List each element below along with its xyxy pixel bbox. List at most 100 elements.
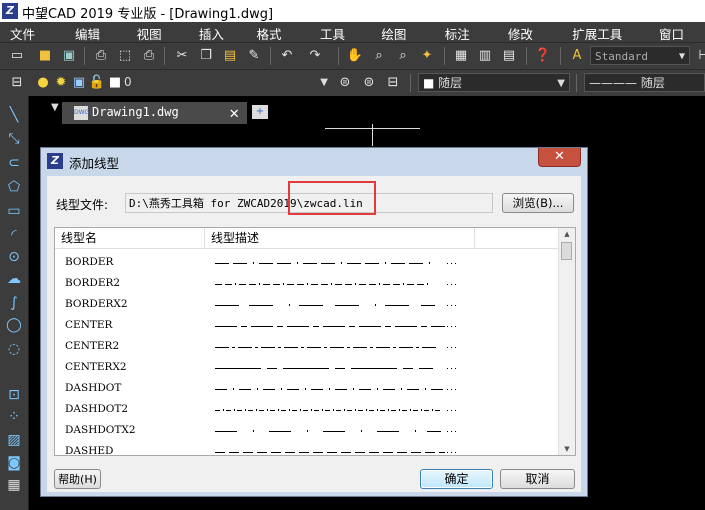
undo-icon[interactable]: ↶	[278, 47, 296, 65]
menu-view[interactable]: 视图(V)	[137, 22, 179, 58]
text-style-dropdown[interactable]: Standard ▼	[590, 46, 690, 65]
pattern-segment	[321, 284, 328, 285]
layer-manager-icon[interactable]: ⊟	[8, 74, 26, 92]
tab-menu-chevron-icon[interactable]: ▼	[51, 102, 59, 113]
list-item[interactable]: CENTER	[55, 315, 559, 336]
rectangle-icon[interactable]: ▭	[5, 202, 23, 220]
list-item[interactable]: DASHDOT2	[55, 399, 559, 420]
list-item[interactable]: DASHDOT	[55, 378, 559, 399]
list-item[interactable]: DASHDOTX2	[55, 420, 559, 441]
dialog-title-bar[interactable]: Z 添加线型 ✕	[41, 148, 587, 174]
new-tab-icon[interactable]: +	[252, 105, 268, 119]
help-button[interactable]: 帮助(H)	[54, 469, 101, 489]
linetype-dropdown[interactable]: ———— 随层	[584, 73, 705, 92]
menu-format[interactable]: 格式(O)	[256, 22, 300, 58]
close-button[interactable]: ✕	[538, 148, 581, 167]
revision-cloud-icon[interactable]: ☁	[5, 270, 23, 288]
menu-tools[interactable]: 工具(T)	[320, 22, 361, 58]
menu-window[interactable]: 窗口(W)	[659, 22, 705, 58]
pattern-segment	[425, 388, 426, 390]
vertical-scrollbar[interactable]: ▲ ▼	[558, 228, 575, 455]
pattern-segment	[255, 347, 258, 348]
plot-icon[interactable]: ⎙	[140, 47, 158, 65]
menu-insert[interactable]: 插入(I)	[199, 22, 237, 58]
menu-file[interactable]: 文件(F)	[10, 22, 51, 58]
match-properties-icon[interactable]: ✎	[245, 47, 263, 65]
list-item[interactable]: BORDERX2	[55, 294, 559, 315]
properties-icon[interactable]: ▦	[452, 47, 470, 65]
tab-drawing1[interactable]: DWG Drawing1.dwg ✕	[62, 102, 247, 124]
list-item[interactable]: CENTERX2	[55, 357, 559, 378]
column-header-name[interactable]: 线型名	[55, 228, 205, 248]
ellipse-icon[interactable]: ◯	[5, 316, 23, 334]
app-logo-icon: Z	[2, 3, 18, 19]
zoom-realtime-icon[interactable]: ⌕	[370, 47, 388, 65]
zoom-window-icon[interactable]: ⌕	[394, 47, 412, 65]
linetype-list[interactable]: 线型名 线型描述 BORDER BORDER2 BORDERX2 CENTER CENT…	[54, 227, 576, 456]
separator	[84, 47, 85, 65]
layer-state-icon[interactable]: ⊟	[384, 74, 402, 92]
zoom-previous-icon[interactable]: ✦	[418, 47, 436, 65]
arc-polyline-icon[interactable]: ⊂	[5, 154, 23, 172]
linetype-pattern-preview	[215, 283, 456, 285]
scroll-thumb[interactable]	[561, 242, 572, 260]
make-current-layer-icon[interactable]: ⊜	[336, 74, 354, 92]
polygon-icon[interactable]: ⬠	[5, 178, 23, 196]
pattern-segment	[330, 347, 344, 348]
arc-icon[interactable]: ◜	[5, 226, 23, 244]
pattern-segment	[289, 304, 290, 306]
circle-icon[interactable]: ⊙	[5, 248, 23, 266]
open-folder-icon[interactable]: ■	[36, 47, 54, 65]
menu-modify[interactable]: 修改(M)	[508, 22, 552, 58]
copy-icon[interactable]: ❐	[197, 47, 215, 65]
scroll-up-icon[interactable]: ▲	[559, 228, 575, 240]
ok-button[interactable]: 确定	[420, 469, 493, 489]
close-tab-icon[interactable]: ✕	[229, 103, 239, 122]
xline-icon[interactable]: ⤡	[5, 130, 23, 148]
list-item[interactable]: BORDER	[55, 252, 559, 273]
ellipsis-dot	[455, 410, 456, 411]
hatch-icon[interactable]: ▨	[5, 431, 23, 449]
list-item[interactable]: DASHED	[55, 441, 559, 455]
list-item[interactable]: CENTER2	[55, 336, 559, 357]
pattern-segment	[243, 452, 253, 453]
browse-button[interactable]: 浏览(B)...	[502, 193, 574, 213]
layer-viewport-icon: ▣	[72, 75, 86, 90]
separator	[526, 47, 527, 65]
new-file-icon[interactable]: ▭	[8, 47, 26, 65]
menu-dimension[interactable]: 标注(N)	[445, 22, 488, 58]
dim-style-icon[interactable]: ⊢	[695, 47, 705, 65]
line-icon[interactable]: ╲	[5, 106, 23, 124]
region-icon[interactable]: ◙	[5, 454, 23, 472]
preview-icon[interactable]: ⬚	[116, 47, 134, 65]
spline-icon[interactable]: ∫	[5, 294, 23, 312]
save-icon[interactable]: ▣	[60, 47, 78, 65]
menu-edit[interactable]: 编辑(E)	[75, 22, 117, 58]
help-icon[interactable]: ❓	[534, 47, 552, 65]
column-header-description[interactable]: 线型描述	[205, 228, 475, 248]
pattern-segment	[287, 389, 299, 390]
ellipse-arc-icon[interactable]: ◌	[5, 340, 23, 358]
table-icon[interactable]: ▦	[5, 476, 23, 494]
pan-icon[interactable]: ✋	[346, 47, 364, 65]
layer-dropdown[interactable]: 0 ▼	[120, 73, 332, 92]
redo-icon[interactable]: ↷	[306, 47, 324, 65]
block-insert-icon[interactable]: ⊡	[5, 386, 23, 404]
pattern-segment	[223, 409, 224, 411]
scroll-down-icon[interactable]: ▼	[559, 443, 575, 455]
tool-palette-icon[interactable]: ▤	[500, 47, 518, 65]
print-icon[interactable]: ⎙	[92, 47, 110, 65]
point-icon[interactable]: ⁘	[5, 408, 23, 426]
pattern-segment	[259, 283, 260, 285]
color-dropdown[interactable]: ■ 随层 ▼	[418, 73, 570, 92]
cut-icon[interactable]: ✂	[173, 47, 191, 65]
layer-previous-icon[interactable]: ⊜	[360, 74, 378, 92]
design-center-icon[interactable]: ▥	[476, 47, 494, 65]
separator	[576, 74, 577, 92]
menu-extend-tools[interactable]: 扩展工具(X)	[572, 22, 639, 58]
paste-icon[interactable]: ▤	[221, 47, 239, 65]
list-item[interactable]: BORDER2	[55, 273, 559, 294]
menu-draw[interactable]: 绘图(D)	[381, 22, 424, 58]
cancel-button[interactable]: 取消	[500, 469, 575, 489]
text-style-icon[interactable]: A	[568, 47, 586, 65]
